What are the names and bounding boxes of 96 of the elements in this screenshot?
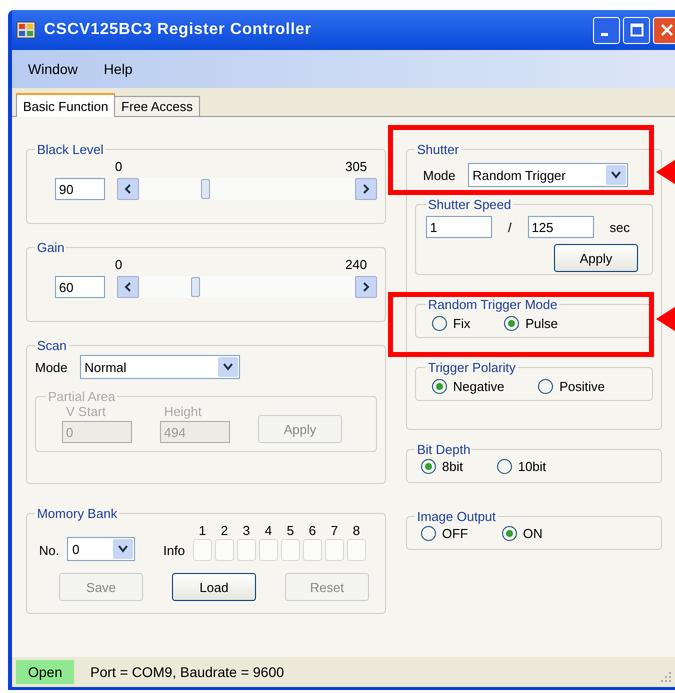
slot-indicator bbox=[192, 539, 212, 561]
field-label: Info bbox=[163, 543, 185, 560]
field-label: V Start bbox=[65, 404, 106, 419]
radio-option[interactable]: ON bbox=[502, 526, 542, 541]
radio-button[interactable] bbox=[538, 379, 554, 394]
scroll-thumb[interactable] bbox=[201, 179, 210, 199]
max-label: 240 bbox=[345, 257, 367, 272]
chevron-right-icon bbox=[361, 282, 371, 292]
slot-number: 8 bbox=[352, 523, 360, 538]
field-label: Mode bbox=[423, 168, 456, 182]
pointer-arrow-icon bbox=[656, 158, 675, 186]
chevron-down-icon bbox=[222, 363, 233, 371]
slot-indicator bbox=[302, 539, 322, 561]
radio-option[interactable]: Positive bbox=[538, 379, 605, 394]
slot-number: 4 bbox=[264, 523, 272, 538]
scroll-left-button[interactable] bbox=[117, 178, 139, 200]
tab[interactable]: Free Access bbox=[114, 96, 200, 116]
radio-button[interactable] bbox=[504, 316, 520, 331]
slot-number: 5 bbox=[286, 523, 294, 538]
maximize-button[interactable] bbox=[623, 16, 650, 44]
radio-button[interactable] bbox=[502, 526, 517, 541]
radio-button[interactable] bbox=[432, 316, 447, 331]
minimize-button[interactable] bbox=[593, 16, 620, 44]
group-title: Scan bbox=[36, 338, 68, 353]
slot-number: 1 bbox=[198, 523, 206, 538]
slot-indicator bbox=[258, 539, 278, 561]
group-title: Black Level bbox=[36, 142, 104, 157]
scroll-right-button[interactable] bbox=[355, 178, 377, 200]
radio-button[interactable] bbox=[421, 459, 436, 474]
slot-number: 6 bbox=[308, 523, 316, 538]
group-title: Bit Depth bbox=[416, 442, 472, 457]
tab[interactable]: Basic Function bbox=[16, 93, 116, 117]
radio-option[interactable]: OFF bbox=[421, 526, 468, 541]
denominator-field[interactable]: 125 bbox=[528, 216, 594, 238]
radio-option[interactable]: 8bit bbox=[421, 459, 463, 474]
unit-label: sec bbox=[610, 220, 630, 234]
slot-number: 3 bbox=[242, 523, 250, 538]
close-button[interactable] bbox=[653, 16, 675, 44]
group-title: Shutter Speed bbox=[427, 197, 512, 212]
field-label: Height bbox=[163, 404, 202, 419]
slot-indicator bbox=[214, 539, 234, 561]
slot-indicator bbox=[236, 539, 256, 561]
group-title: Partial Area bbox=[47, 389, 116, 404]
fraction-slash: / bbox=[507, 220, 513, 234]
slot-indicator bbox=[324, 539, 344, 561]
pointer-arrow-icon bbox=[656, 305, 675, 333]
scroll-right-button[interactable] bbox=[355, 276, 377, 298]
radio-button[interactable] bbox=[496, 459, 512, 474]
radio-option[interactable]: Pulse bbox=[504, 316, 558, 331]
min-label: 0 bbox=[115, 159, 122, 174]
group-title: Shutter bbox=[416, 142, 460, 157]
min-label: 0 bbox=[115, 257, 122, 272]
slot-indicator bbox=[346, 539, 366, 561]
value-field[interactable]: 90 bbox=[55, 178, 105, 200]
field-label: No. bbox=[39, 543, 60, 560]
radio-option[interactable]: Negative bbox=[432, 379, 504, 394]
scroll-thumb[interactable] bbox=[190, 277, 200, 297]
menu-item[interactable]: Help bbox=[104, 61, 133, 77]
scroll-left-button[interactable] bbox=[117, 276, 139, 298]
group-title: Momory Bank bbox=[36, 506, 118, 521]
group-title: Gain bbox=[36, 240, 66, 255]
chevron-down-icon bbox=[610, 171, 621, 179]
bank-button[interactable]: Load bbox=[172, 573, 256, 601]
scrollbar[interactable] bbox=[117, 276, 377, 298]
maximize-icon bbox=[630, 23, 644, 37]
group-title: Random Trigger Mode bbox=[427, 297, 558, 312]
chevron-left-icon bbox=[123, 282, 133, 292]
radio-button[interactable] bbox=[432, 379, 447, 394]
resize-grip-icon bbox=[660, 671, 672, 683]
window-title: CSCV125BC3 Register Controller bbox=[44, 21, 313, 39]
mode-dropdown[interactable]: Random Trigger bbox=[468, 163, 628, 187]
chevron-right-icon bbox=[361, 184, 371, 194]
value-field[interactable]: 60 bbox=[55, 276, 105, 298]
numerator-field[interactable]: 1 bbox=[426, 216, 492, 238]
slot-number: 2 bbox=[220, 523, 228, 538]
max-label: 305 bbox=[345, 159, 367, 174]
apply-button[interactable]: Apply bbox=[554, 244, 638, 272]
menu-item[interactable]: Window bbox=[28, 61, 78, 77]
field-label: Mode bbox=[35, 360, 68, 374]
chevron-down-icon bbox=[118, 545, 128, 553]
slot-number: 7 bbox=[330, 523, 338, 538]
status-text: Port = COM9, Baudrate = 9600 bbox=[90, 664, 284, 680]
group-title: Trigger Polarity bbox=[427, 360, 517, 375]
scrollbar[interactable] bbox=[117, 178, 377, 200]
close-icon bbox=[660, 23, 674, 37]
bank-dropdown[interactable]: 0 bbox=[67, 537, 136, 561]
radio-option[interactable]: Fix bbox=[432, 316, 470, 331]
mode-dropdown[interactable]: Normal bbox=[80, 355, 240, 379]
slot-indicator bbox=[280, 539, 300, 561]
radio-option[interactable]: 10bit bbox=[496, 459, 546, 474]
group-title: Image Output bbox=[416, 509, 497, 524]
minimize-icon bbox=[601, 32, 608, 36]
app-icon bbox=[16, 21, 36, 39]
chevron-left-icon bbox=[123, 184, 133, 194]
connection-status: Open bbox=[16, 660, 74, 684]
radio-button[interactable] bbox=[421, 526, 436, 541]
